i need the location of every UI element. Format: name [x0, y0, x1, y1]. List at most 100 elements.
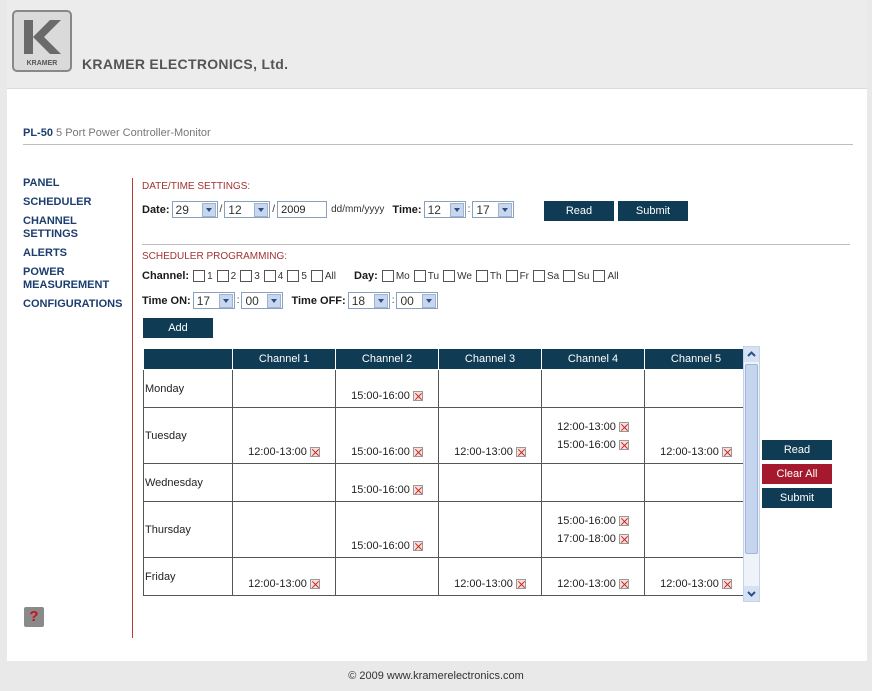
header-channel-1: Channel 1	[232, 348, 336, 370]
chevron-down-icon	[449, 202, 464, 217]
datetime-read-button[interactable]: Read	[544, 201, 614, 221]
delete-icon[interactable]	[721, 447, 732, 457]
schedule-submit-button[interactable]: Submit	[762, 488, 832, 508]
time-label: Time:	[392, 203, 422, 216]
schedule-cell: 15:00-16:00	[335, 501, 439, 558]
on-hour-select[interactable]: 17	[192, 292, 235, 309]
hour-select[interactable]: 12	[423, 201, 466, 218]
on-minute-select[interactable]: 00	[241, 292, 284, 309]
schedule-table: Channel 1 Channel 2 Channel 3 Channel 4 …	[143, 348, 748, 596]
delete-icon[interactable]	[412, 447, 423, 457]
datetime-row: Date: 29 / 12 / dd/mm/yyyy Time: 12 : 17	[142, 201, 516, 218]
help-icon[interactable]: ?	[24, 607, 44, 627]
schedule-read-button[interactable]: Read	[762, 440, 832, 460]
nav-alerts[interactable]: ALERTS	[23, 247, 133, 260]
minute-select[interactable]: 17	[472, 201, 515, 218]
nav-configurations[interactable]: CONFIGURATIONS	[23, 298, 133, 311]
table-scrollbar[interactable]	[743, 346, 760, 602]
scroll-thumb[interactable]	[745, 364, 758, 554]
channel-all-checkbox[interactable]	[310, 270, 323, 282]
header-channel-3: Channel 3	[438, 348, 542, 370]
page: KRAMER KRAMER ELECTRONICS, Ltd. PL-50 5 …	[7, 0, 867, 661]
schedule-cell: 12:00-13:00	[232, 407, 336, 464]
schedule-entry-time: 12:00-13:00	[248, 578, 307, 590]
scroll-down-icon[interactable]	[744, 586, 759, 601]
add-button[interactable]: Add	[143, 318, 213, 338]
schedule-entry: 12:00-13:00	[439, 443, 541, 461]
day-cell: Tuesday	[143, 407, 233, 464]
off-minute-select[interactable]: 00	[396, 292, 439, 309]
schedule-entry: 17:00-18:00	[542, 530, 644, 548]
day-we-checkbox[interactable]	[443, 270, 456, 282]
channel-2-checkbox[interactable]	[216, 270, 229, 282]
schedule-entry: 15:00-16:00	[336, 481, 438, 499]
day-th-checkbox[interactable]	[475, 270, 488, 282]
delete-icon[interactable]	[618, 533, 629, 544]
chevron-down-icon	[422, 293, 437, 308]
chevron-down-icon	[254, 202, 269, 217]
day-all-checkbox[interactable]	[593, 270, 606, 282]
schedule-entry: 12:00-13:00	[645, 443, 747, 461]
schedule-entry: 12:00-13:00	[542, 575, 644, 593]
day-su-checkbox[interactable]	[563, 270, 576, 282]
clear-all-button[interactable]: Clear All	[762, 464, 832, 484]
divider	[23, 144, 853, 145]
nav-channel-settings[interactable]: CHANNEL SETTINGS	[23, 215, 83, 241]
schedule-cell	[232, 463, 336, 502]
delete-icon[interactable]	[618, 515, 629, 526]
schedule-entry-time: 12:00-13:00	[248, 446, 307, 458]
schedule-cell: 12:00-13:00	[232, 557, 336, 596]
day-mo-checkbox[interactable]	[381, 270, 394, 282]
channel-1-checkbox[interactable]	[193, 270, 206, 282]
year-input[interactable]	[277, 201, 328, 218]
month-select[interactable]: 12	[224, 201, 271, 218]
delete-icon[interactable]	[412, 485, 423, 495]
delete-icon[interactable]	[412, 391, 423, 401]
nav-power-measurement[interactable]: POWER MEASUREMENT	[23, 266, 113, 292]
schedule-cell: 12:00-13:00 15:00-16:00	[541, 407, 645, 464]
table-header-row: Channel 1 Channel 2 Channel 3 Channel 4 …	[143, 348, 748, 370]
time-off-label: Time OFF:	[291, 294, 346, 307]
schedule-entry-time: 12:00-13:00	[454, 446, 513, 458]
delete-icon[interactable]	[309, 579, 320, 589]
delete-icon[interactable]	[721, 579, 732, 589]
scroll-up-icon[interactable]	[744, 347, 759, 362]
nav-scheduler[interactable]: SCHEDULER	[23, 196, 133, 209]
delete-icon[interactable]	[309, 447, 320, 457]
off-hour-select[interactable]: 18	[347, 292, 390, 309]
schedule-entry: 12:00-13:00	[233, 575, 335, 593]
header: KRAMER KRAMER ELECTRONICS, Ltd.	[7, 0, 867, 89]
nav-panel[interactable]: PANEL	[23, 177, 133, 190]
schedule-entry-time: 15:00-16:00	[351, 390, 410, 402]
schedule-entry-time: 15:00-16:00	[351, 540, 410, 552]
chevron-down-icon	[373, 293, 388, 308]
section-divider	[142, 244, 850, 245]
schedule-cell	[644, 463, 748, 502]
channel-3-checkbox[interactable]	[240, 270, 253, 282]
datetime-title: DATE/TIME SETTINGS:	[142, 181, 251, 192]
delete-icon[interactable]	[618, 579, 629, 589]
footer-copyright: © 2009 www.kramerelectronics.com	[348, 670, 524, 682]
day-sa-checkbox[interactable]	[533, 270, 546, 282]
chevron-down-icon	[218, 293, 233, 308]
delete-icon[interactable]	[618, 421, 629, 432]
datetime-submit-button[interactable]: Submit	[618, 201, 688, 221]
company-name: KRAMER ELECTRONICS, Ltd.	[82, 56, 289, 72]
schedule-entry: 15:00-16:00	[336, 387, 438, 405]
day-fr-checkbox[interactable]	[505, 270, 518, 282]
schedule-cell: 15:00-16:00	[335, 369, 439, 408]
day-tu-checkbox[interactable]	[413, 270, 426, 282]
schedule-entry-time: 17:00-18:00	[557, 532, 616, 545]
delete-icon[interactable]	[412, 541, 423, 551]
day-select[interactable]: 29	[171, 201, 218, 218]
schedule-entry: 12:00-13:00	[233, 443, 335, 461]
schedule-cell: 12:00-13:00	[438, 557, 542, 596]
channel-4-checkbox[interactable]	[263, 270, 276, 282]
product-title: PL-50 5 Port Power Controller-Monitor	[23, 127, 211, 139]
channel-5-checkbox[interactable]	[287, 270, 300, 282]
delete-icon[interactable]	[618, 439, 629, 450]
schedule-cell	[541, 463, 645, 502]
schedule-entry: 15:00-16:00	[542, 512, 644, 530]
delete-icon[interactable]	[515, 579, 526, 589]
delete-icon[interactable]	[515, 447, 526, 457]
